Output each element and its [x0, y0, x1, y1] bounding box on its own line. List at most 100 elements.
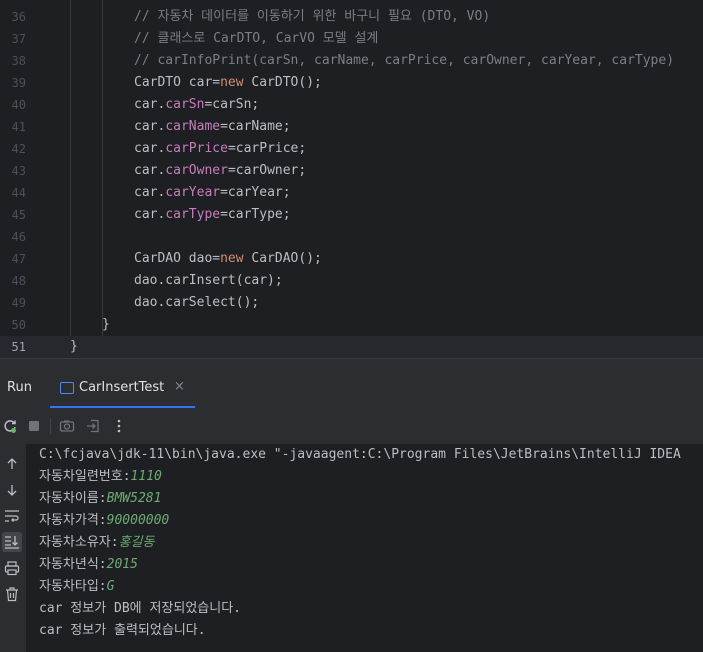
code-token-field: carYear	[165, 185, 221, 200]
line-number: 41	[11, 120, 26, 134]
console-label: 자동차일련번호:	[39, 469, 131, 484]
console-value: G	[106, 579, 115, 594]
code-token-field: carName	[165, 119, 221, 134]
code-token-field: carOwner	[165, 163, 228, 178]
line-number: 49	[11, 296, 26, 310]
console-side-toolbar	[0, 444, 26, 652]
code-line[interactable]: 44 car.carYear=carYear;	[0, 182, 703, 204]
console-value: 2015	[106, 557, 138, 572]
code-token-plain: car.	[134, 185, 166, 200]
scroll-to-end-icon[interactable]	[2, 532, 22, 552]
line-number: 50	[11, 318, 26, 332]
tab-carinserttest[interactable]: CarInsertTest ×	[50, 370, 195, 408]
code-line[interactable]: 42 car.carPrice=carPrice;	[0, 138, 703, 160]
console-value: 홍길동	[118, 535, 155, 550]
line-number: 38	[11, 54, 26, 68]
code-text: // 자동차 데이터를 이동하기 위한 바구니 필요 (DTO, VO)	[134, 6, 490, 28]
code-token-comment: // 자동차 데이터를 이동하기 위한 바구니 필요 (DTO, VO)	[134, 9, 491, 24]
code-line[interactable]: 50}	[0, 314, 703, 336]
console-line: 자동차이름:BMW5281	[39, 488, 161, 510]
console-label: 자동차타입:	[39, 579, 107, 594]
arrow-up-icon[interactable]	[2, 454, 22, 474]
line-number: 39	[11, 76, 26, 90]
console-output[interactable]: C:\fcjava\jdk-11\bin\java.exe "-javaagen…	[26, 444, 703, 652]
code-editor[interactable]: 36 // 자동차 데이터를 이동하기 위한 바구니 필요 (DTO, VO) 37…	[0, 0, 703, 358]
console-label: 자동차가격:	[39, 513, 107, 528]
more-icon[interactable]	[109, 416, 129, 436]
code-text: car.carOwner=carOwner;	[134, 160, 306, 182]
arrow-down-icon[interactable]	[2, 480, 22, 500]
code-line[interactable]: 46	[0, 226, 703, 248]
trash-icon[interactable]	[2, 584, 22, 604]
run-title: Run	[7, 380, 32, 395]
console-value: 1110	[130, 469, 162, 484]
run-tool-window-header: Run CarInsertTest ×	[0, 370, 703, 408]
code-text: CarDAO dao=new CarDAO();	[134, 248, 322, 270]
console-label: car 정보가 출력되었습니다.	[39, 623, 206, 638]
rerun-icon[interactable]	[0, 416, 20, 436]
exit-icon[interactable]	[83, 416, 103, 436]
line-number: 51	[11, 340, 26, 354]
code-line[interactable]: 43 car.carOwner=carOwner;	[0, 160, 703, 182]
code-text: car.carName=carName;	[134, 116, 291, 138]
code-token-plain: =carYear;	[220, 185, 291, 200]
panel-splitter[interactable]	[0, 358, 703, 370]
soft-wrap-icon[interactable]	[2, 506, 22, 526]
console-line: 자동차타입:G	[39, 576, 114, 598]
print-icon[interactable]	[2, 558, 22, 578]
code-token-plain: =carName;	[220, 119, 291, 134]
code-token-field: carSn	[165, 97, 205, 112]
stop-icon[interactable]	[24, 416, 44, 436]
code-token-plain: car.	[134, 97, 166, 112]
code-token-comment: // 클래스로 CarDTO, CarVO 모델 설계	[134, 31, 379, 46]
code-token-plain: =carSn;	[204, 97, 260, 112]
console-label: car 정보가 DB에 저장되었습니다.	[39, 601, 242, 616]
code-text: // 클래스로 CarDTO, CarVO 모델 설계	[134, 28, 378, 50]
console-label: 자동차년식:	[39, 557, 107, 572]
code-token-plain: car.	[134, 141, 166, 156]
console-line: car 정보가 출력되었습니다.	[39, 620, 206, 642]
line-number: 47	[11, 252, 26, 266]
code-line[interactable]: 38 // carInfoPrint(carSn, carName, carPri…	[0, 50, 703, 72]
code-line[interactable]: 48 dao.carInsert(car);	[0, 270, 703, 292]
code-token-plain: car.	[134, 207, 166, 222]
line-number: 48	[11, 274, 26, 288]
code-text: // carInfoPrint(carSn, carName, carPrice…	[134, 50, 674, 72]
close-icon[interactable]: ×	[174, 379, 185, 394]
code-line[interactable]: 39 CarDTO car=new CarDTO();	[0, 72, 703, 94]
line-number: 37	[11, 32, 26, 46]
code-token-plain: =carType;	[220, 207, 291, 222]
code-token-plain: CarDTO();	[243, 75, 322, 90]
code-line[interactable]: 37 // 클래스로 CarDTO, CarVO 모델 설계	[0, 28, 703, 50]
code-line[interactable]: 45 car.carType=carType;	[0, 204, 703, 226]
code-text: car.carYear=carYear;	[134, 182, 291, 204]
code-text: dao.carSelect();	[134, 292, 259, 314]
code-line[interactable]: 40 car.carSn=carSn;	[0, 94, 703, 116]
code-token-plain: dao.carInsert(car);	[134, 273, 283, 288]
run-config-icon	[60, 382, 74, 394]
console-line: car 정보가 DB에 저장되었습니다.	[39, 598, 241, 620]
code-line[interactable]: 36 // 자동차 데이터를 이동하기 위한 바구니 필요 (DTO, VO)	[0, 6, 703, 28]
code-text: dao.carInsert(car);	[134, 270, 283, 292]
code-line[interactable]: 41 car.carName=carName;	[0, 116, 703, 138]
code-token-field: carType	[165, 207, 221, 222]
toolbar-separator	[50, 418, 51, 434]
code-line[interactable]: 51}	[0, 336, 703, 358]
console-label: C:\fcjava\jdk-11\bin\java.exe "-javaagen…	[39, 447, 681, 462]
tab-label: CarInsertTest	[79, 380, 165, 395]
code-line[interactable]: 47 CarDAO dao=new CarDAO();	[0, 248, 703, 270]
line-number: 43	[11, 164, 26, 178]
code-token-plain: dao.carSelect();	[134, 295, 260, 310]
console-line: 자동차년식:2015	[39, 554, 138, 576]
line-number: 46	[11, 230, 26, 244]
code-token-plain: car.	[134, 163, 166, 178]
code-token-comment: // carInfoPrint(carSn, carName, carPrice…	[134, 53, 675, 68]
screenshot-icon[interactable]	[57, 416, 77, 436]
code-line[interactable]: 49 dao.carSelect();	[0, 292, 703, 314]
code-token-plain: }	[102, 317, 110, 332]
code-text: car.carPrice=carPrice;	[134, 138, 306, 160]
line-number: 40	[11, 98, 26, 112]
code-token-plain: =carPrice;	[227, 141, 307, 156]
code-text: CarDTO car=new CarDTO();	[134, 72, 322, 94]
line-number: 45	[11, 208, 26, 222]
